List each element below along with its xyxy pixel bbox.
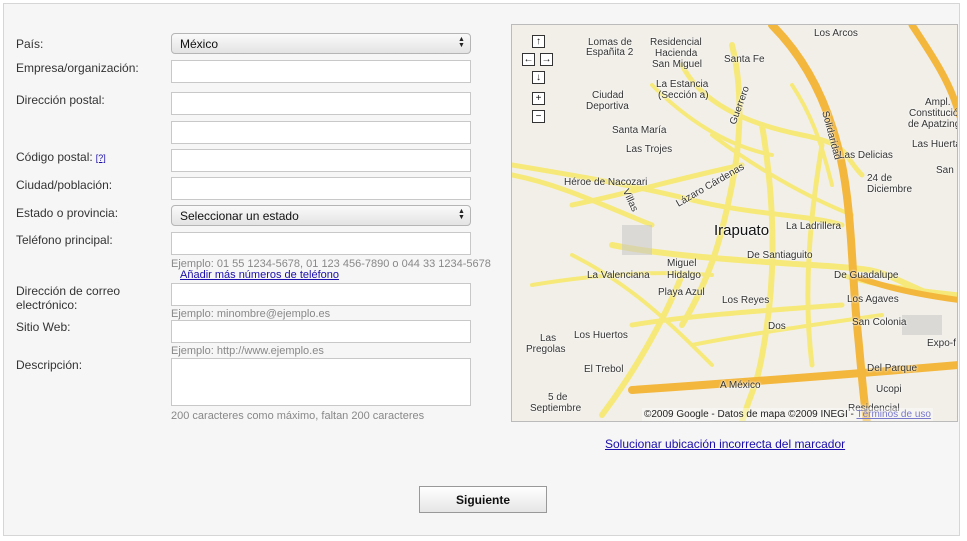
map-label: Dos <box>768 321 786 332</box>
map-label: 5 de <box>548 392 568 403</box>
address-label: Dirección postal: <box>16 93 105 107</box>
map[interactable]: ↑ ← → ↓ + − Los Arcos Lomas de Españita … <box>511 24 958 422</box>
country-select[interactable]: México ▲ ▼ <box>171 33 471 54</box>
map-label: San Miguel <box>652 59 703 70</box>
map-label: El Trebol <box>584 364 624 375</box>
map-label: Expo-f <box>927 338 956 349</box>
company-input[interactable] <box>171 60 471 83</box>
map-label: Playa Azul <box>658 287 705 298</box>
map-label: Ampl. <box>925 97 951 108</box>
map-label: San <box>936 165 954 176</box>
city-input[interactable] <box>171 177 471 200</box>
map-label: Miguel <box>667 258 697 269</box>
zip-label-text: Código postal: <box>16 150 93 164</box>
email-label-line2: electrónico: <box>16 298 78 312</box>
map-label: Santa Fe <box>724 54 765 65</box>
pan-right-icon[interactable]: → <box>540 53 553 66</box>
map-label: Santa María <box>612 125 667 136</box>
zoom-in-icon[interactable]: + <box>532 92 545 105</box>
map-label: Ciudad <box>592 90 624 101</box>
map-label: Constitución <box>909 108 958 119</box>
map-label: Deportiva <box>586 101 629 112</box>
zoom-out-icon[interactable]: − <box>532 110 545 123</box>
map-label: Los Arcos <box>814 28 858 39</box>
map-label: Los Agaves <box>847 294 899 305</box>
map-label: La Estancia <box>656 79 709 90</box>
map-label: Septiembre <box>530 403 582 414</box>
state-select[interactable]: Seleccionar un estado ▲ ▼ <box>171 205 471 226</box>
state-value: Seleccionar un estado <box>180 209 299 223</box>
email-hint: Ejemplo: minombre@ejemplo.es <box>171 308 331 320</box>
desc-hint: 200 caracteres como máximo, faltan 200 c… <box>171 410 425 422</box>
zip-help-link[interactable]: [?] <box>96 153 106 163</box>
next-button[interactable]: Siguiente <box>419 486 547 513</box>
map-label: Hacienda <box>655 48 698 59</box>
map-label: De Santiaguito <box>747 250 813 261</box>
map-label: La Ladrillera <box>786 221 842 232</box>
map-label: De Guadalupe <box>834 270 899 281</box>
pan-down-icon[interactable]: ↓ <box>532 71 545 84</box>
map-label: Españita 2 <box>586 47 634 58</box>
map-label: A México <box>720 380 761 391</box>
map-label: San Colonia <box>852 317 907 328</box>
address-line2-input[interactable] <box>171 121 471 144</box>
map-label: Residencial <box>650 37 702 48</box>
map-label: 24 de <box>867 173 893 184</box>
map-copyright-text: ©2009 Google - Datos de mapa ©2009 INEGI… <box>644 409 854 420</box>
email-label-line1: Dirección de correo <box>16 284 121 298</box>
map-label: La Valenciana <box>587 270 650 281</box>
map-label: Diciembre <box>867 184 913 195</box>
email-input[interactable] <box>171 283 471 306</box>
web-hint: Ejemplo: http://www.ejemplo.es <box>171 345 324 357</box>
map-label: Del Parque <box>867 363 918 374</box>
web-input[interactable] <box>171 320 471 343</box>
map-copyright: ©2009 Google - Datos de mapa ©2009 INEGI… <box>642 408 933 421</box>
description-textarea[interactable] <box>171 358 471 406</box>
pan-left-icon[interactable]: ← <box>522 53 535 66</box>
select-arrows-icon: ▲ ▼ <box>458 36 465 49</box>
map-label: Las <box>540 333 557 344</box>
city-label: Ciudad/población: <box>16 178 113 192</box>
map-terms-link[interactable]: Términos de uso <box>856 409 930 420</box>
address-line1-input[interactable] <box>171 92 471 115</box>
zip-label: Código postal: [?] <box>16 150 106 165</box>
map-label: de Apatzing <box>908 119 958 130</box>
web-label: Sitio Web: <box>16 320 71 334</box>
desc-label: Descripción: <box>16 358 83 372</box>
map-label: Los Huertos <box>574 330 628 341</box>
country-label: País: <box>16 37 44 51</box>
zip-input[interactable] <box>171 149 471 172</box>
map-label: Pregolas <box>526 344 566 355</box>
map-label: (Sección a) <box>658 90 709 101</box>
select-arrows-icon: ▲ ▼ <box>458 208 465 221</box>
email-label: Dirección de correo electrónico: <box>16 284 120 312</box>
pan-up-icon[interactable]: ↑ <box>532 35 545 48</box>
map-label: Hidalgo <box>667 270 701 281</box>
map-label: Ucopi <box>876 384 902 395</box>
map-label: Héroe de Nacozari <box>564 177 648 188</box>
fix-marker-link[interactable]: Solucionar ubicación incorrecta del marc… <box>605 437 845 451</box>
country-value: México <box>180 37 219 51</box>
map-label: Las Trojes <box>626 144 673 155</box>
map-label: Las Delicias <box>839 150 893 161</box>
company-label: Empresa/organización: <box>16 61 139 75</box>
map-city-label: Irapuato <box>714 222 770 239</box>
map-label: Los Reyes <box>722 295 770 306</box>
phone-input[interactable] <box>171 232 471 255</box>
state-label: Estado o provincia: <box>16 206 119 220</box>
map-label: Las Huerta <box>912 139 958 150</box>
add-phone-link[interactable]: Añadir más números de teléfono <box>180 269 339 281</box>
phone-label: Teléfono principal: <box>16 233 113 247</box>
